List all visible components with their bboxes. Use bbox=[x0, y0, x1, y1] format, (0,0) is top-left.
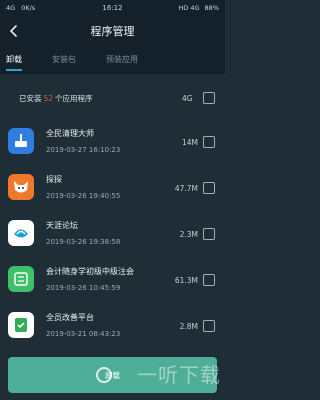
app-size: 2.8M bbox=[179, 322, 198, 331]
clock: 16:12 bbox=[102, 4, 123, 12]
tab-uninstall[interactable]: 卸载 bbox=[6, 46, 22, 74]
app-name: 全员改善平台 bbox=[46, 313, 94, 322]
accounting-icon bbox=[8, 266, 34, 292]
list-item[interactable]: 探探 2019-03-26 19:40:55 47.7M bbox=[0, 170, 225, 210]
app-name: 会计随身学初级中级注会 bbox=[46, 267, 134, 276]
watermark-logo-icon bbox=[96, 367, 112, 383]
back-button[interactable] bbox=[6, 23, 22, 39]
app-size: 14M bbox=[181, 138, 198, 147]
install-date: 2019-03-21 08:43:23 bbox=[46, 330, 121, 338]
app-size: 61.3M bbox=[174, 276, 198, 285]
back-arrow-icon bbox=[9, 25, 17, 37]
list-item[interactable]: 会计随身学初级中级注会 2019-03-26 10:45:59 61.3M bbox=[0, 262, 225, 302]
list-item[interactable]: 天涯论坛 2019-03-26 19:38:58 2.3M bbox=[0, 216, 225, 256]
watermark: 一听下载 bbox=[137, 363, 221, 387]
app-checkbox[interactable] bbox=[203, 320, 215, 332]
app-checkbox[interactable] bbox=[203, 274, 215, 286]
install-date: 2019-03-27 16:10:23 bbox=[46, 146, 121, 154]
install-date: 2019-03-26 19:40:55 bbox=[46, 192, 121, 200]
installed-summary: 已安装 52 个应用程序 4G bbox=[0, 88, 225, 108]
app-size: 2.3M bbox=[179, 230, 198, 239]
tab-packages[interactable]: 安装包 bbox=[52, 46, 76, 74]
install-date: 2019-03-26 10:45:59 bbox=[46, 284, 121, 292]
list-item[interactable]: 全民清理大师 2019-03-27 16:10:23 14M bbox=[0, 124, 225, 164]
tab-preinstalled[interactable]: 预装应用 bbox=[106, 46, 138, 74]
platform-icon bbox=[8, 312, 34, 338]
fox-icon bbox=[8, 174, 34, 200]
select-all-checkbox[interactable] bbox=[203, 92, 215, 104]
app-checkbox[interactable] bbox=[203, 182, 215, 194]
summary-prefix: 已安装 bbox=[19, 93, 42, 103]
app-checkbox[interactable] bbox=[203, 136, 215, 148]
broom-icon bbox=[8, 128, 34, 154]
total-size: 4G bbox=[182, 93, 193, 103]
tianya-icon bbox=[8, 220, 34, 246]
status-bar: 4G 0K/s 16:12 HD 4G 88% bbox=[0, 0, 225, 16]
app-checkbox[interactable] bbox=[203, 228, 215, 240]
install-date: 2019-03-26 19:38:58 bbox=[46, 238, 121, 246]
list-item[interactable]: 全员改善平台 2019-03-21 08:43:23 2.8M bbox=[0, 308, 225, 348]
app-name: 全民清理大师 bbox=[46, 129, 94, 138]
app-name: 探探 bbox=[46, 175, 62, 184]
installed-count: 52 bbox=[43, 93, 54, 103]
app-size: 47.7M bbox=[174, 184, 198, 193]
title-bar: 程序管理 bbox=[0, 16, 225, 46]
tab-bar: 卸载 安装包 预装应用 bbox=[0, 46, 225, 74]
page-title: 程序管理 bbox=[90, 25, 135, 38]
app-name: 天涯论坛 bbox=[46, 221, 78, 230]
summary-suffix: 个应用程序 bbox=[55, 93, 93, 103]
